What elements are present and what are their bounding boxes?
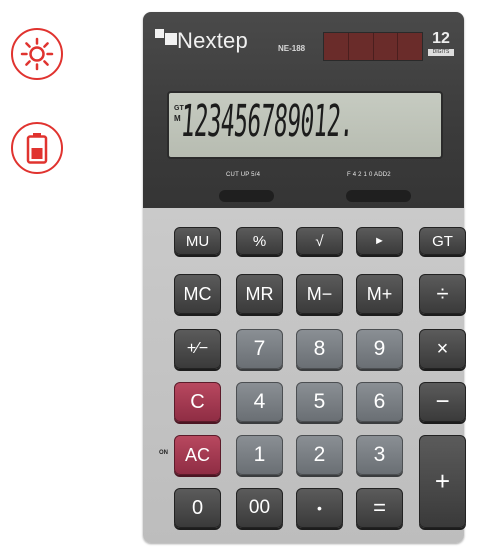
model-number: NE-188 bbox=[278, 44, 306, 53]
mu-key[interactable]: MU bbox=[174, 227, 221, 255]
memory-indicator: M bbox=[174, 114, 181, 123]
digit-9-key[interactable]: 9 bbox=[356, 329, 403, 369]
solar-feature-sun-icon bbox=[11, 28, 63, 80]
decimal-switch[interactable] bbox=[346, 190, 411, 202]
memory-recall-key[interactable]: MR bbox=[236, 274, 283, 314]
all-clear-on-key[interactable]: AC bbox=[174, 435, 221, 475]
battery-feature-icon bbox=[11, 122, 63, 174]
memory-clear-key[interactable]: MC bbox=[174, 274, 221, 314]
multiply-key[interactable]: × bbox=[419, 329, 466, 369]
display-value-wrap: 123456789012. bbox=[183, 96, 439, 154]
display-value: 123456789012. bbox=[183, 96, 356, 147]
digit-8-key[interactable]: 8 bbox=[296, 329, 343, 369]
calculator: Nextep NE-188 12 DIGITS GT M 12345678901… bbox=[143, 12, 466, 543]
digit-2-key[interactable]: 2 bbox=[296, 435, 343, 475]
backspace-right-arrow-key[interactable]: ► bbox=[356, 227, 403, 255]
digit-5-key[interactable]: 5 bbox=[296, 382, 343, 422]
plus-key[interactable]: + bbox=[419, 435, 466, 528]
sun-icon bbox=[20, 37, 54, 71]
minus-key[interactable]: − bbox=[419, 382, 466, 422]
rounding-switch[interactable] bbox=[219, 190, 274, 202]
decimal-switch-label: F 4 2 1 0 ADD2 bbox=[347, 172, 391, 178]
solar-panel bbox=[323, 32, 423, 61]
percent-key[interactable]: % bbox=[236, 227, 283, 255]
lcd-display: GT M 123456789012. bbox=[167, 91, 443, 159]
memory-minus-key[interactable]: M− bbox=[296, 274, 343, 314]
digits-badge: 12 DIGITS bbox=[428, 31, 454, 61]
memory-plus-key[interactable]: M+ bbox=[356, 274, 403, 314]
decimal-point-key[interactable]: • bbox=[296, 488, 343, 528]
digit-7-key[interactable]: 7 bbox=[236, 329, 283, 369]
divide-key[interactable]: ÷ bbox=[419, 274, 466, 314]
digit-3-key[interactable]: 3 bbox=[356, 435, 403, 475]
double-zero-key[interactable]: 00 bbox=[236, 488, 283, 528]
on-label: ON bbox=[159, 450, 168, 456]
clear-key[interactable]: C bbox=[174, 382, 221, 422]
rounding-switch-label: CUT UP 5/4 bbox=[226, 172, 261, 178]
battery-icon bbox=[26, 133, 48, 164]
plus-minus-key[interactable]: +⁄− bbox=[174, 329, 221, 369]
digit-6-key[interactable]: 6 bbox=[356, 382, 403, 422]
brand-name: Nextep bbox=[177, 28, 248, 53]
digits-count: 12 bbox=[432, 30, 450, 47]
digit-1-key[interactable]: 1 bbox=[236, 435, 283, 475]
switch-area: CUT UP 5/4 F 4 2 1 0 ADD2 bbox=[143, 172, 464, 208]
digit-0-key[interactable]: 0 bbox=[174, 488, 221, 528]
calculator-top-panel: Nextep NE-188 12 DIGITS GT M 12345678901… bbox=[143, 12, 464, 208]
equals-key[interactable]: = bbox=[356, 488, 403, 528]
digits-label: DIGITS bbox=[428, 49, 454, 56]
digit-4-key[interactable]: 4 bbox=[236, 382, 283, 422]
gt-key[interactable]: GT bbox=[419, 227, 466, 255]
square-root-key[interactable]: √ bbox=[296, 227, 343, 255]
